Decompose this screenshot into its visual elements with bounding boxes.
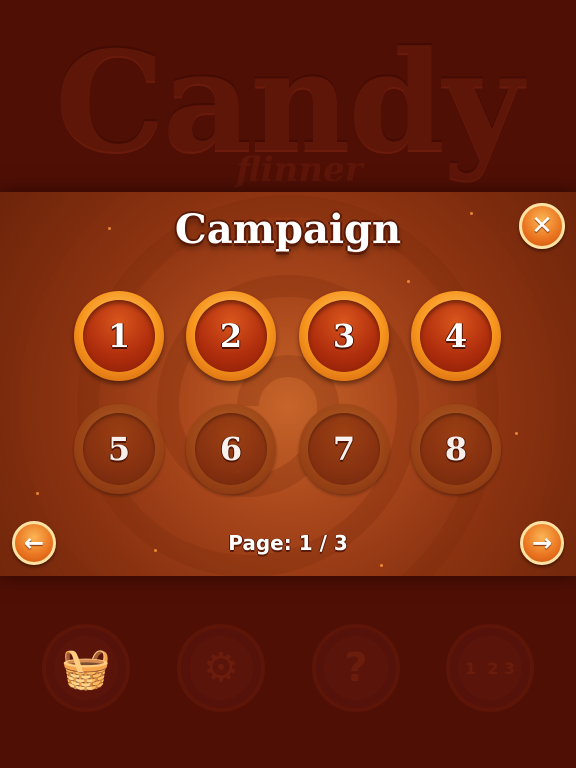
- level-button-1[interactable]: 1: [74, 291, 164, 381]
- level-number: 8: [444, 430, 468, 468]
- game-logo-subtitle: flinner: [236, 150, 363, 190]
- level-button-5[interactable]: 5: [74, 404, 164, 494]
- next-page-button[interactable]: →: [520, 521, 564, 565]
- leaderboard-podium-icon: 1 2 3: [464, 658, 516, 678]
- arrow-right-icon: →: [531, 529, 553, 557]
- leaderboard-button: 1 2 3: [446, 624, 534, 712]
- settings-gear-icon: ⚙: [203, 645, 239, 691]
- level-button-3[interactable]: 3: [299, 291, 389, 381]
- help-question-icon: ?: [344, 645, 368, 691]
- level-number: 2: [219, 317, 243, 355]
- help-button: ?: [312, 624, 400, 712]
- level-number: 5: [107, 430, 131, 468]
- level-button-4[interactable]: 4: [411, 291, 501, 381]
- close-icon: ✕: [531, 211, 553, 241]
- level-number: 6: [219, 430, 243, 468]
- level-button-2[interactable]: 2: [186, 291, 276, 381]
- shop-basket-icon: 🧺: [61, 645, 111, 692]
- level-number: 4: [444, 317, 468, 355]
- settings-button: ⚙: [177, 624, 265, 712]
- campaign-dialog: Campaign ✕ 1 2 3 4 5 6 7 8 ← Page: 1 / 3…: [0, 192, 576, 576]
- level-number: 1: [107, 317, 131, 355]
- page-indicator: Page: 1 / 3: [228, 531, 348, 555]
- level-button-7[interactable]: 7: [299, 404, 389, 494]
- shop-button: 🧺: [42, 624, 130, 712]
- close-button[interactable]: ✕: [519, 203, 565, 249]
- level-number: 7: [332, 430, 356, 468]
- dialog-title: Campaign: [174, 206, 402, 253]
- level-button-6[interactable]: 6: [186, 404, 276, 494]
- level-button-8[interactable]: 8: [411, 404, 501, 494]
- bottom-menu: 🧺 ⚙ ? 1 2 3: [0, 624, 576, 714]
- level-number: 3: [332, 317, 356, 355]
